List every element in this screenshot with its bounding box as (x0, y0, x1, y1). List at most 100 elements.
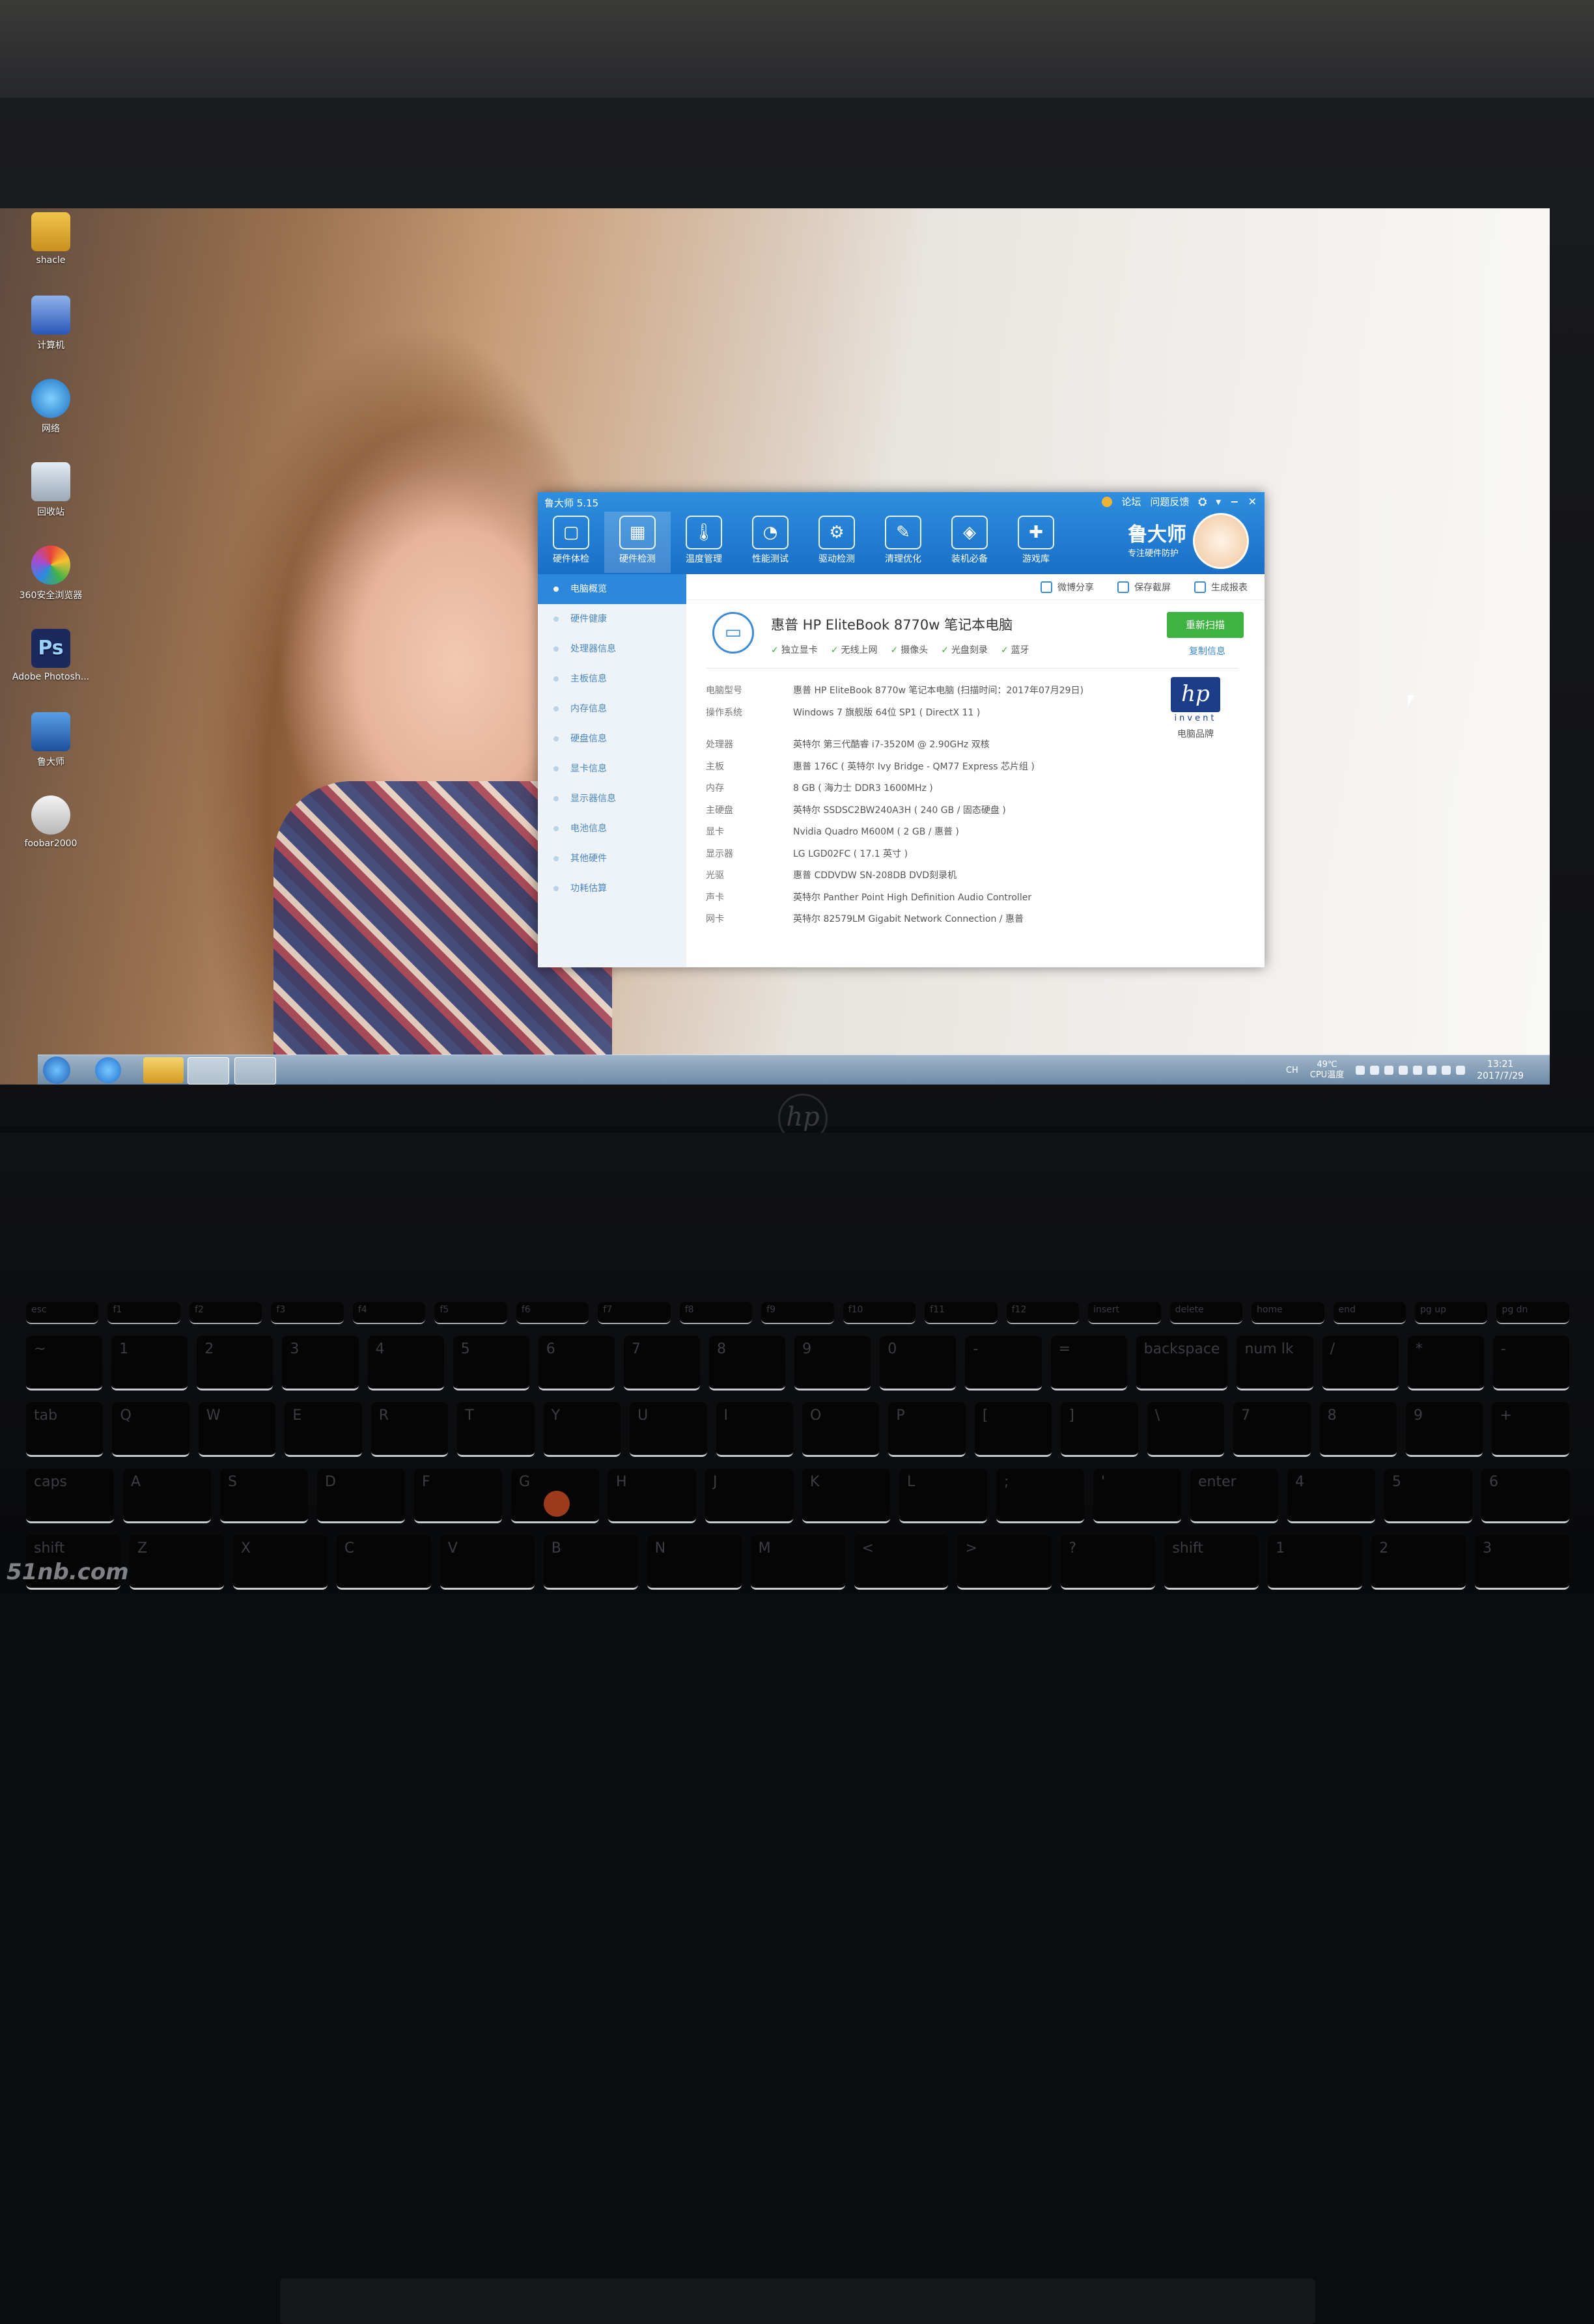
pc-name: 惠普 HP EliteBook 8770w 笔记本电脑 (771, 617, 1013, 633)
sidebar-item-cpu[interactable]: 处理器信息 (538, 634, 686, 664)
tab-label: 游戏库 (1022, 554, 1050, 564)
tray-power-icon[interactable] (1427, 1066, 1437, 1075)
cpu-temp-value: 49℃ (1317, 1060, 1337, 1070)
sidebar-item-overview[interactable]: 电脑概览 (538, 574, 686, 604)
tab-hardware-detect[interactable]: ▦ 硬件检测 (604, 512, 671, 573)
menu-icon[interactable]: ▾ (1216, 495, 1221, 508)
bottom-row: shift Z X C V B N M < >? shift 1 2 3 (26, 1535, 1570, 1590)
close-button[interactable]: ✕ (1248, 495, 1257, 508)
clock[interactable]: 13:21 2017/7/29 (1477, 1058, 1524, 1082)
keyboard-key: tab (26, 1402, 104, 1457)
tab-performance[interactable]: ◔ 性能测试 (737, 512, 804, 573)
start-button[interactable] (43, 1057, 70, 1084)
bullet-icon (553, 646, 559, 652)
sidebar-item-other[interactable]: 其他硬件 (538, 844, 686, 874)
desktop-icon-360-browser[interactable]: 360安全浏览器 (12, 546, 90, 625)
keyboard-key: 5 (453, 1336, 529, 1390)
tab-essentials[interactable]: ◈ 装机必备 (936, 512, 1003, 573)
keyboard-key: caps (26, 1469, 114, 1523)
spec-value: 惠普 176C ( 英特尔 Ivy Bridge - QM77 Express … (793, 761, 1035, 772)
tray-icons (1356, 1066, 1466, 1075)
keyboard-key: 0 (880, 1336, 957, 1390)
tab-temperature[interactable]: 🌡 温度管理 (671, 512, 737, 573)
language-indicator[interactable]: CH (1286, 1066, 1298, 1075)
forum-link[interactable]: 论坛 (1121, 495, 1141, 508)
tray-bluetooth-icon[interactable] (1370, 1066, 1380, 1075)
desktop-icon-user-folder[interactable]: shacle (12, 212, 90, 292)
tray-network-icon[interactable] (1399, 1066, 1408, 1075)
thermometer-icon: 🌡 (686, 516, 722, 549)
feature-label: 无线上网 (841, 645, 878, 656)
sidebar-item-display[interactable]: 显示器信息 (538, 784, 686, 814)
keyboard-key: f4 (352, 1302, 426, 1324)
tab-hardware-checkup[interactable]: ▢ 硬件体检 (538, 512, 604, 573)
weibo-share-button[interactable]: 微博分享 (1041, 581, 1094, 594)
taskbar-explorer-button[interactable] (143, 1057, 184, 1083)
sidebar-item-gpu[interactable]: 显卡信息 (538, 754, 686, 784)
sidebar-item-label: 主板信息 (570, 674, 607, 684)
keyboard-key: enter (1190, 1469, 1278, 1523)
keyboard-key: 6 (538, 1336, 615, 1390)
keyboard-key: insert (1088, 1302, 1161, 1324)
sidebar-item-health[interactable]: 硬件健康 (538, 604, 686, 634)
keyboard-key: 5 (1384, 1469, 1472, 1523)
copy-info-link[interactable]: 复制信息 (1189, 644, 1225, 657)
generate-report-button[interactable]: 生成报表 (1194, 581, 1248, 594)
trackpoint (544, 1491, 570, 1517)
desktop-icon-network[interactable]: 网络 (12, 379, 90, 458)
sidebar-item-motherboard[interactable]: 主板信息 (538, 664, 686, 694)
tab-driver[interactable]: ⚙ 驱动检测 (804, 512, 870, 573)
keyboard-key: 2 (197, 1336, 273, 1390)
sidebar-item-disk[interactable]: 硬盘信息 (538, 724, 686, 754)
desktop-icon-computer[interactable]: 计算机 (12, 296, 90, 375)
keyboard-key: 7 (623, 1336, 700, 1390)
tray-volume-icon[interactable] (1456, 1066, 1466, 1075)
taskbar-foobar-button[interactable] (188, 1057, 229, 1085)
taskbar-ludashi-button[interactable] (234, 1057, 276, 1085)
sidebar-item-label: 显示器信息 (570, 794, 616, 804)
desktop-icon-foobar[interactable]: foobar2000 (12, 795, 90, 875)
table-row: 主硬盘 英特尔 SSDSC2BW240A3H ( 240 GB / 固态硬盘 ) (706, 803, 1084, 825)
spec-value: LG LGD02FC ( 17.1 英寸 ) (793, 848, 908, 859)
cpu-temp-widget[interactable]: 49℃ CPU温度 (1310, 1060, 1344, 1081)
sidebar-item-power[interactable]: 功耗估算 (538, 874, 686, 904)
keyboard-key: = (1050, 1336, 1127, 1390)
feature-item: ✓ 摄像头 (890, 643, 928, 656)
tray-app-icon[interactable] (1384, 1066, 1394, 1075)
desktop-icon-ludashi[interactable]: 鲁大师 (12, 712, 90, 792)
tray-ludashi-icon[interactable] (1356, 1066, 1365, 1075)
taskbar-ie-button[interactable] (95, 1057, 121, 1083)
monitor-icon: ▢ (553, 516, 589, 549)
tray-signal-icon[interactable] (1442, 1066, 1451, 1075)
desktop-icon-photoshop[interactable]: Ps Adobe Photosh... (12, 629, 90, 708)
tab-games[interactable]: ✚ 游戏库 (1003, 512, 1069, 573)
desktop-icons: shacle 计算机 网络 回收站 360安全浏览器 Ps Adobe Phot… (12, 208, 90, 875)
tab-cleanup[interactable]: ✎ 清理优化 (870, 512, 936, 573)
brand-block: 鲁大师 专注硬件防护 (1128, 513, 1249, 569)
bullet-icon (553, 706, 559, 712)
desktop-icon-recycle-bin[interactable]: 回收站 (12, 462, 90, 542)
sidebar-item-battery[interactable]: 电池信息 (538, 814, 686, 844)
skin-icon[interactable]: ⛭ (1198, 495, 1207, 508)
feature-label: 蓝牙 (1011, 645, 1029, 656)
spec-value: Windows 7 旗舰版 64位 SP1 ( DirectX 11 ) (793, 707, 981, 718)
sidebar-item-memory[interactable]: 内存信息 (538, 694, 686, 724)
keyboard-key: f10 (843, 1302, 916, 1324)
foobar-icon (31, 795, 70, 835)
feedback-link[interactable]: 问题反馈 (1150, 495, 1189, 508)
medal-icon[interactable] (1102, 496, 1113, 507)
weibo-icon (1041, 581, 1052, 593)
home-row: caps A S D F G H J K L; ' enter 4 5 6 (26, 1469, 1569, 1523)
keyboard-key: f5 (434, 1302, 507, 1324)
chip-board-icon: ▦ (619, 516, 656, 549)
keyboard-key: 3 (282, 1336, 359, 1390)
divider (706, 668, 1238, 669)
spec-value: 英特尔 Panther Point High Definition Audio … (793, 892, 1032, 903)
tray-flag-icon[interactable] (1413, 1066, 1423, 1075)
minimize-button[interactable]: − (1230, 495, 1238, 508)
keyboard-key: pg dn (1496, 1302, 1569, 1324)
save-screenshot-button[interactable]: 保存截屏 (1117, 581, 1171, 594)
rescan-button[interactable]: 重新扫描 (1167, 612, 1244, 638)
keyboard-key: H (608, 1469, 696, 1523)
avatar[interactable] (1193, 513, 1249, 569)
